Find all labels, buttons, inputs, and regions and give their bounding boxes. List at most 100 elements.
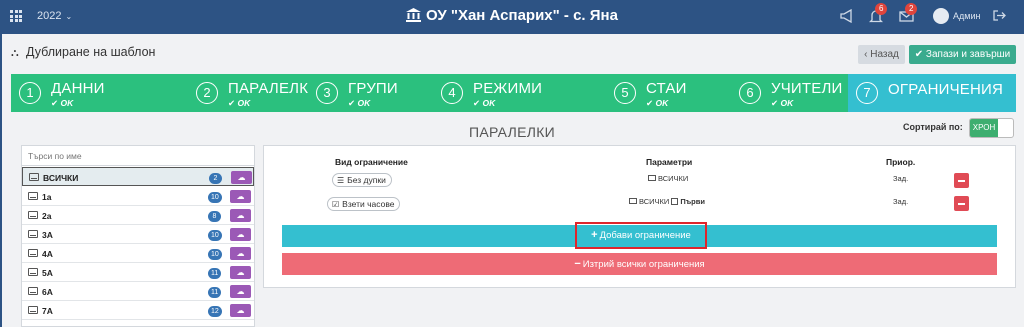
- column-header-type: Вид ограничение: [335, 157, 408, 167]
- count-badge: 8: [208, 211, 221, 222]
- list-item-label: 2а: [42, 211, 52, 221]
- sort-label: Сортирай по:: [903, 122, 963, 132]
- list-item-all[interactable]: ВСИЧКИ 2 ☁: [22, 167, 254, 186]
- logout-icon[interactable]: [992, 9, 1008, 25]
- step-name: УЧИТЕЛИ: [771, 80, 843, 97]
- constraint-type-label: Взети часове: [342, 199, 395, 209]
- classroom-icon: [28, 249, 38, 257]
- save-button-label: Запази и завърши: [925, 49, 1011, 60]
- count-badge: 12: [208, 306, 222, 317]
- step-status: ✔ OK: [348, 98, 371, 108]
- list-item[interactable]: 6А 11 ☁: [22, 282, 254, 301]
- left-edge-bar: [0, 34, 2, 327]
- step-number: 1: [19, 82, 41, 104]
- step-modes[interactable]: 4 РЕЖИМИ ✔ OK: [433, 74, 606, 112]
- sort-toggle-value: ХРОН: [970, 119, 998, 137]
- classes-list-panel: ВСИЧКИ 2 ☁ 1а 10 ☁ 2а 8 ☁ 3А 10 ☁ 4А 10 …: [21, 145, 255, 327]
- cloud-icon[interactable]: ☁: [230, 304, 251, 317]
- page-title: ⛬ Дублиране на шаблон: [11, 45, 155, 60]
- constraint-type-chip: ☑ Взети часове: [327, 197, 401, 211]
- top-bar: 2022 ⌄ ОУ "Хан Аспарих" - с. Яна 6 2 Адми…: [0, 0, 1024, 34]
- classroom-icon: [629, 198, 637, 204]
- step-name: СТАИ: [646, 80, 687, 97]
- user-name[interactable]: Админ: [953, 11, 980, 21]
- bell-icon[interactable]: 6: [868, 3, 888, 25]
- step-status: ✔ OK: [473, 98, 496, 108]
- add-constraint-button[interactable]: + Добави ограничение: [575, 222, 707, 249]
- cloud-icon[interactable]: ☁: [231, 171, 252, 184]
- constraint-type-label: Без дупки: [347, 175, 386, 185]
- count-badge: 10: [208, 249, 222, 260]
- constraint-priority: Зад.: [893, 197, 909, 206]
- column-header-priority: Приор.: [886, 157, 916, 167]
- list-item[interactable]: 3А 10 ☁: [22, 225, 254, 244]
- step-number: 5: [614, 82, 636, 104]
- step-number: 7: [856, 82, 878, 104]
- param-main: ВСИЧКИ: [639, 197, 670, 206]
- classroom-icon: [28, 306, 38, 314]
- step-constraints[interactable]: 7 ОГРАНИЧЕНИЯ: [848, 74, 1016, 112]
- step-name: РЕЖИМИ: [473, 80, 543, 97]
- back-button-label: Назад: [870, 49, 899, 60]
- cloud-icon[interactable]: ☁: [230, 190, 251, 203]
- step-status-text: OK: [780, 98, 794, 108]
- megaphone-icon[interactable]: [840, 8, 856, 25]
- list-item[interactable]: 1а 10 ☁: [22, 187, 254, 206]
- delete-all-constraints-button[interactable]: − Изтрий всички ограничения: [282, 253, 997, 275]
- institution-icon: [406, 8, 422, 22]
- param-extra: Първи: [680, 197, 705, 206]
- delete-constraint-button[interactable]: [954, 196, 969, 211]
- list-item[interactable]: 4А 10 ☁: [22, 244, 254, 263]
- step-status-text: OK: [655, 98, 669, 108]
- step-number: 2: [196, 82, 218, 104]
- list-item-label: 4А: [42, 249, 53, 259]
- delete-constraint-button[interactable]: [954, 173, 969, 188]
- classroom-icon: [28, 287, 38, 295]
- step-status: ✔ OK: [228, 98, 251, 108]
- classroom-icon: [648, 175, 656, 181]
- step-status: ✔ OK: [646, 98, 669, 108]
- plus-icon: +: [591, 229, 598, 241]
- list-item-label: 3А: [42, 230, 53, 240]
- classroom-icon: [29, 173, 39, 181]
- step-status-text: OK: [237, 98, 251, 108]
- step-status-text: OK: [482, 98, 496, 108]
- step-rooms[interactable]: 5 СТАИ ✔ OK: [606, 74, 731, 112]
- step-data[interactable]: 1 ДАННИ ✔ OK: [11, 74, 188, 112]
- count-badge: 2: [209, 173, 222, 184]
- step-name: ОГРАНИЧЕНИЯ: [888, 81, 1004, 98]
- page-title-text: Дублиране на шаблон: [26, 45, 156, 59]
- cloud-icon[interactable]: ☁: [230, 228, 251, 241]
- count-badge: 11: [208, 287, 222, 298]
- step-status-text: OK: [357, 98, 371, 108]
- step-status: ✔ OK: [51, 98, 74, 108]
- cloud-icon[interactable]: ☁: [230, 266, 251, 279]
- list-item[interactable]: 5А 11 ☁: [22, 263, 254, 282]
- classroom-icon: [28, 192, 38, 200]
- envelope-icon[interactable]: 2: [899, 3, 918, 25]
- step-teachers[interactable]: 6 УЧИТЕЛИ ✔ OK: [731, 74, 848, 112]
- step-groups[interactable]: 3 ГРУПИ ✔ OK: [308, 74, 433, 112]
- classroom-icon: [28, 230, 38, 238]
- duplicate-template-icon: ⛬: [11, 47, 19, 59]
- constraint-type-chip: ☰ Без дупки: [332, 173, 392, 187]
- step-status-text: OK: [60, 98, 74, 108]
- cloud-icon[interactable]: ☁: [230, 247, 251, 260]
- hour-icon: [671, 198, 679, 205]
- back-button[interactable]: ‹ Назад: [858, 45, 905, 64]
- cloud-icon[interactable]: ☁: [230, 209, 251, 222]
- list-item[interactable]: 2а 8 ☁: [22, 206, 254, 225]
- cloud-icon[interactable]: ☁: [230, 285, 251, 298]
- step-number: 3: [316, 82, 338, 104]
- search-input[interactable]: [22, 146, 254, 166]
- step-name: ПАРАЛЕЛКИ: [228, 80, 308, 97]
- sort-toggle[interactable]: ХРОН: [969, 118, 1014, 138]
- step-number: 6: [739, 82, 761, 104]
- step-classes[interactable]: 2 ПАРАЛЕЛКИ ✔ OK: [188, 74, 308, 112]
- classroom-icon: [28, 211, 38, 219]
- user-avatar[interactable]: [933, 8, 949, 24]
- list-item[interactable]: 7А 12 ☁: [22, 301, 254, 320]
- save-and-finish-button[interactable]: ✔ Запази и завърши: [909, 45, 1016, 64]
- minus-icon: −: [574, 258, 581, 270]
- list-item-label: ВСИЧКИ: [43, 173, 79, 183]
